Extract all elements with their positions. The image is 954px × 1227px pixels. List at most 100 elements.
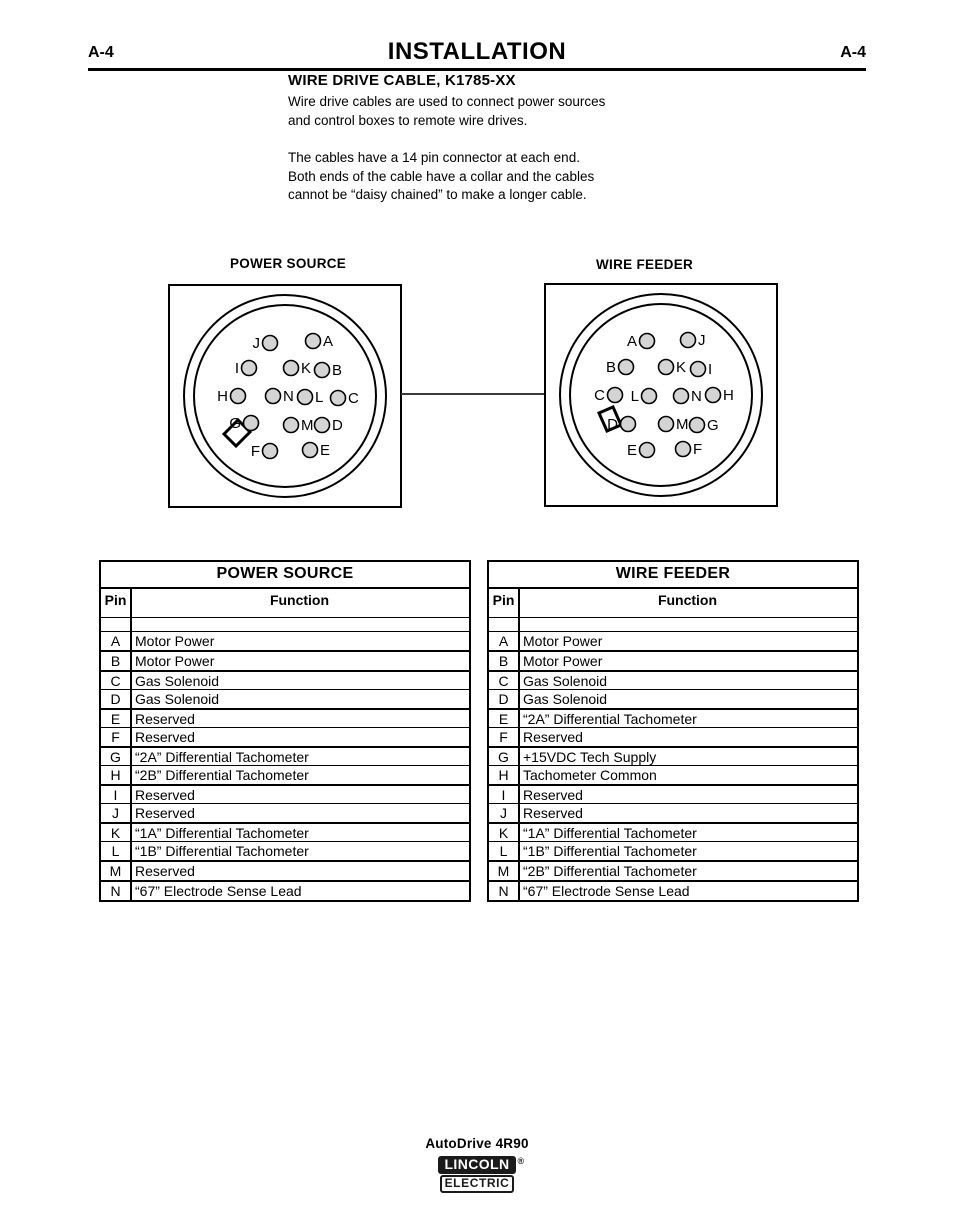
table-row: D Gas Solenoid: [101, 690, 469, 708]
cell-function: “2B” Differential Tachometer: [135, 767, 309, 783]
intro-p1-line2: and control boxes to remote wire drives.: [288, 112, 528, 128]
table-row: M “2B” Differential Tachometer: [489, 862, 857, 880]
cell-pin: L: [111, 843, 120, 859]
table-row: M Reserved: [101, 862, 469, 880]
pin-label-g: G: [229, 415, 241, 432]
pin-socket-e: [301, 441, 319, 459]
column-divider: [130, 618, 132, 900]
table-row-group: M Reserved: [101, 862, 469, 882]
cell-pin: F: [111, 729, 120, 745]
pin-label-e: E: [320, 442, 330, 459]
table-row: I Reserved: [101, 786, 469, 804]
cell-pin: D: [498, 691, 509, 707]
pin-socket-n: [672, 387, 690, 405]
column-header-pin: Pin: [104, 592, 127, 608]
cell-function: Motor Power: [135, 653, 215, 669]
pin-label-i: I: [235, 360, 239, 377]
table-row: A Motor Power: [101, 632, 469, 650]
logo-electric-wordmark: ELECTRIC: [439, 1175, 514, 1193]
pinout-table-wire-feeder: WIRE FEEDER Pin Function A Motor Power B Mo…: [487, 560, 859, 902]
table-row-group: M “2B” Differential Tachometer: [489, 862, 857, 882]
power-source-connector-face: J A I K B H N L C G M D F E: [183, 294, 387, 498]
pin-socket-h: [229, 387, 247, 405]
table-row: H Tachometer Common: [489, 766, 857, 784]
pin-label-e: E: [627, 442, 637, 459]
pin-socket-d: [619, 415, 637, 433]
pin-socket-k: [657, 358, 675, 376]
pin-label-h: H: [723, 387, 734, 404]
table-row: D Gas Solenoid: [489, 690, 857, 708]
pin-socket-i: [689, 360, 707, 378]
cell-pin: B: [498, 653, 509, 669]
table-row: F Reserved: [101, 728, 469, 746]
table-row-group: I Reserved J Reserved: [101, 786, 469, 824]
pin-label-i: I: [708, 361, 712, 378]
cell-function: “1B” Differential Tachometer: [135, 843, 309, 859]
pin-socket-i: [240, 359, 258, 377]
table-row-group: G +15VDC Tech Supply H Tachometer Common: [489, 748, 857, 786]
table-row-group: N “67” Electrode Sense Lead: [101, 882, 469, 900]
table-row-group: C Gas Solenoid D Gas Solenoid: [489, 672, 857, 710]
cell-function: Reserved: [523, 729, 583, 745]
pin-socket-l: [296, 388, 314, 406]
cell-function: Reserved: [135, 805, 195, 821]
pin-label-a: A: [323, 333, 333, 350]
pin-socket-e: [638, 441, 656, 459]
cell-pin: I: [501, 787, 506, 803]
pin-socket-b: [617, 358, 635, 376]
pin-socket-c: [606, 386, 624, 404]
column-header-pin: Pin: [492, 592, 515, 608]
cable-connection-line: [401, 393, 546, 395]
pin-socket-m: [282, 416, 300, 434]
cell-function: “2B” Differential Tachometer: [523, 863, 697, 879]
cell-function: Reserved: [135, 729, 195, 745]
table-row: K “1A” Differential Tachometer: [489, 824, 857, 842]
table-row-group: B Motor Power: [489, 652, 857, 672]
table-row: J Reserved: [489, 804, 857, 822]
table-row: J Reserved: [101, 804, 469, 822]
pin-socket-f: [674, 440, 692, 458]
cell-function: “1B” Differential Tachometer: [523, 843, 697, 859]
pin-label-j: J: [253, 335, 261, 352]
cell-pin: N: [110, 883, 121, 899]
pin-label-m: M: [301, 417, 314, 434]
pin-socket-n: [264, 387, 282, 405]
column-header-function: Function: [269, 592, 330, 608]
wire-feeder-connector-face: A J B K I C L N H D M G E F: [559, 293, 763, 497]
table-row: A Motor Power: [489, 632, 857, 650]
pin-socket-m: [657, 415, 675, 433]
cell-pin: H: [110, 767, 121, 783]
cell-pin: A: [498, 633, 509, 649]
connector-diagram-power-source: J A I K B H N L C G M D F E: [168, 284, 402, 508]
cell-pin: K: [498, 825, 509, 841]
pin-socket-k: [282, 359, 300, 377]
section-heading: WIRE DRIVE CABLE, K1785-XX: [288, 72, 516, 89]
column-header-function: Function: [657, 592, 718, 608]
cell-pin: F: [499, 729, 508, 745]
pin-label-g: G: [707, 417, 719, 434]
table-spacer-row: [489, 618, 857, 632]
diagram-label-power-source: POWER SOURCE: [230, 256, 347, 271]
cell-pin: D: [110, 691, 121, 707]
cell-function: Gas Solenoid: [523, 691, 608, 707]
table-body: A Motor Power B Motor Power C Gas Solenoid D Ga…: [101, 618, 469, 900]
pin-label-n: N: [283, 388, 294, 405]
pin-socket-j: [679, 331, 697, 349]
table-row: L “1B” Differential Tachometer: [489, 842, 857, 860]
table-title: POWER SOURCE: [101, 562, 469, 589]
header-divider-rule: [88, 68, 866, 71]
pin-label-l: L: [631, 388, 639, 405]
cell-pin: J: [500, 805, 507, 821]
table-row: G +15VDC Tech Supply: [489, 748, 857, 766]
table-column-header-row: Pin Function: [489, 589, 857, 618]
registered-trademark-icon: ®: [517, 1156, 525, 1166]
cell-pin: H: [498, 767, 509, 783]
cell-function: “67” Electrode Sense Lead: [135, 883, 302, 899]
cell-pin: G: [110, 749, 121, 765]
table-spacer-row: [101, 618, 469, 632]
cell-function: “1A” Differential Tachometer: [135, 825, 309, 841]
pin-socket-l: [640, 387, 658, 405]
cell-pin: G: [498, 749, 509, 765]
cell-pin: K: [110, 825, 121, 841]
pin-socket-h: [704, 386, 722, 404]
